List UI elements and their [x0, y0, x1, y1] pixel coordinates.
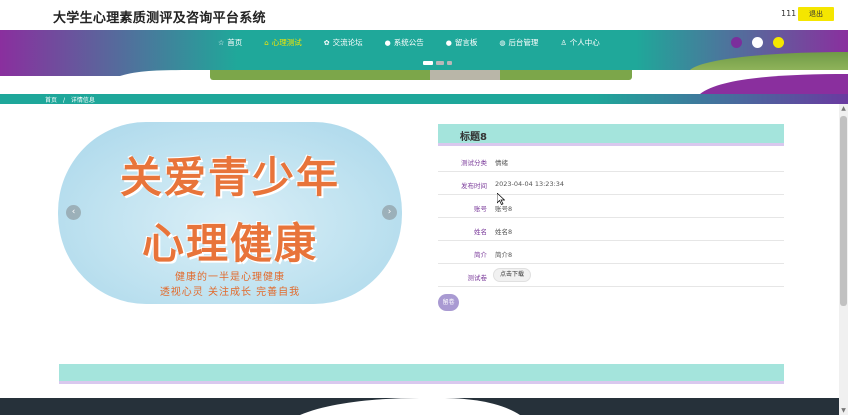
scroll-up-icon[interactable]: ▲: [839, 104, 848, 113]
row-value: 姓名8: [495, 228, 513, 236]
breadcrumb-separator: /: [62, 97, 65, 104]
nav-label: 后台管理: [508, 38, 539, 47]
username-label: 111: [781, 9, 797, 18]
detail-row-name: 姓名 姓名8: [438, 218, 784, 241]
mouse-cursor-icon: [497, 193, 505, 205]
detail-row-intro: 简介 简介8: [438, 241, 784, 264]
row-label: 姓名: [474, 228, 487, 236]
comments-header: [59, 364, 784, 384]
row-label: 发布时间: [461, 182, 487, 190]
home-icon: ☆: [218, 38, 225, 47]
row-value: 简介8: [495, 251, 513, 259]
next-arrow-icon[interactable]: ›: [382, 205, 397, 220]
poster-headline-2: 心理健康: [141, 219, 318, 268]
breadcrumb: 首页 / 详情信息: [45, 95, 99, 104]
detail-image: 关爱青少年 心理健康 健康的一半是心理健康 透视心灵 关注成长 完善自我: [58, 122, 402, 304]
nav-label: 交流论坛: [332, 38, 363, 47]
detail-row-test-paper: 测试卷 点击下载: [438, 264, 784, 287]
logout-button[interactable]: 退出: [798, 7, 834, 21]
detail-title: 标题8: [460, 132, 487, 143]
download-button[interactable]: 点击下载: [493, 268, 532, 282]
breadcrumb-home[interactable]: 首页: [45, 97, 57, 104]
main-nav: ☆ 首页 ⌂ 心理测试 ✿ 交流论坛 ● 系统公告 ● 留言板 ◍ 后台管理 ♙…: [218, 37, 622, 48]
row-label: 简介: [474, 251, 487, 259]
nav-item-forum[interactable]: ✿ 交流论坛: [324, 37, 363, 48]
detail-row-account: 账号 账号8: [438, 195, 784, 218]
psych-test-icon: ⌂: [264, 38, 269, 47]
row-label: 测试分类: [461, 159, 487, 167]
nav-item-psych-test[interactable]: ⌂ 心理测试: [264, 37, 301, 48]
row-label: 测试卷: [467, 274, 488, 282]
scroll-down-icon[interactable]: ▼: [839, 406, 848, 415]
nav-label: 个人中心: [569, 38, 600, 47]
nav-label: 留言板: [454, 38, 478, 47]
carousel-indicator-active[interactable]: [423, 61, 433, 65]
nav-label: 首页: [227, 38, 243, 47]
nav-label: 系统公告: [393, 38, 424, 47]
reply-button[interactable]: 留卷: [438, 294, 459, 311]
notice-icon: ●: [384, 38, 391, 47]
user-icon: ♙: [560, 38, 567, 47]
breadcrumb-bar: 首页 / 详情信息: [0, 94, 848, 104]
breadcrumb-current: 详情信息: [70, 97, 95, 104]
banner: ☆ 首页 ⌂ 心理测试 ✿ 交流论坛 ● 系统公告 ● 留言板 ◍ 后台管理 ♙…: [0, 30, 848, 94]
footer-curves: [300, 398, 520, 415]
nav-item-home[interactable]: ☆ 首页: [218, 37, 242, 48]
carousel-indicator[interactable]: [436, 61, 444, 65]
theme-purple-dot[interactable]: [731, 37, 742, 48]
detail-row-publish-time: 发布时间 2023-04-04 13:23:34: [438, 172, 784, 195]
prev-arrow-icon[interactable]: ‹: [66, 205, 81, 220]
nav-item-notice[interactable]: ● 系统公告: [385, 37, 424, 48]
carousel-indicator[interactable]: [447, 61, 452, 65]
detail-header: 标题8: [438, 124, 784, 146]
theme-yellow-dot[interactable]: [773, 37, 784, 48]
nav-item-user-center[interactable]: ♙ 个人中心: [560, 37, 599, 48]
row-label: 账号: [474, 205, 487, 213]
nav-item-admin[interactable]: ◍ 后台管理: [499, 37, 538, 48]
nav-label: 心理测试: [271, 38, 302, 47]
message-board-icon: ●: [445, 38, 452, 47]
poster-subtitle-2: 透视心灵 关注成长 完善自我: [159, 287, 301, 298]
forum-icon: ✿: [323, 38, 330, 47]
poster-headline-1: 关爱青少年: [119, 153, 340, 202]
top-bar: 大学生心理素质测评及咨询平台系统 111 退出: [0, 0, 848, 30]
page-scrollbar[interactable]: ▲ ▼: [839, 104, 848, 415]
row-value: 2023-04-04 13:23:34: [495, 180, 565, 188]
row-value: 情绪: [495, 159, 508, 167]
admin-icon: ◍: [499, 38, 506, 47]
nav-item-message-board[interactable]: ● 留言板: [446, 37, 478, 48]
poster-subtitle-1: 健康的一半是心理健康: [175, 272, 285, 283]
scroll-thumb[interactable]: [840, 116, 847, 306]
theme-white-dot[interactable]: [752, 37, 763, 48]
detail-row-category: 测试分类 情绪: [438, 149, 784, 172]
site-title: 大学生心理素质测评及咨询平台系统: [53, 11, 266, 26]
